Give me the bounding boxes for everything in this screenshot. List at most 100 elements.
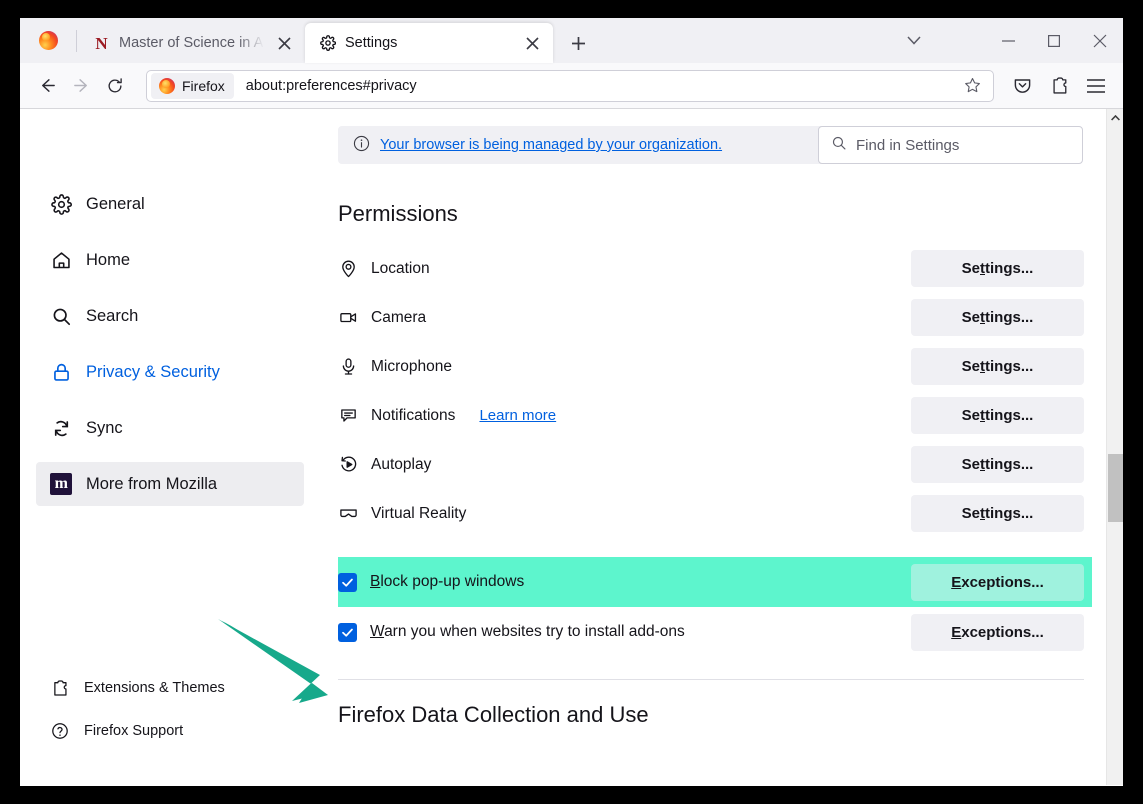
extensions-icon — [50, 677, 70, 699]
camera-settings-button[interactable]: Settings... — [911, 299, 1084, 336]
permission-name: Camera — [371, 309, 426, 327]
data-collection-title: Firefox Data Collection and Use — [338, 702, 1106, 728]
new-tab-button[interactable] — [561, 26, 595, 60]
sidebar-item-label: General — [86, 195, 145, 214]
vertical-scrollbar[interactable] — [1106, 109, 1123, 785]
page-title: Permissions — [338, 201, 1106, 227]
question-circle-icon — [50, 720, 70, 742]
permission-label: Virtual Reality — [338, 504, 466, 524]
extensions-icon[interactable] — [1042, 69, 1076, 103]
warn-addons-checkbox[interactable] — [338, 623, 357, 642]
back-button[interactable] — [30, 69, 64, 103]
address-bar[interactable]: Firefox about:preferences#privacy — [146, 70, 994, 102]
notifications-learn-more-link[interactable]: Learn more — [479, 407, 556, 424]
tab-settings[interactable]: Settings — [305, 23, 553, 63]
scroll-up-button[interactable] — [1107, 109, 1123, 126]
reload-button[interactable] — [98, 69, 132, 103]
home-icon — [50, 249, 72, 271]
sidebar-item-sync[interactable]: Sync — [36, 406, 304, 450]
permission-label: Location — [338, 259, 430, 279]
sidebar-item-more-from-mozilla[interactable]: m More from Mozilla — [36, 462, 304, 506]
forward-button[interactable] — [64, 69, 98, 103]
info-icon — [353, 135, 370, 156]
sidebar-footer: Extensions & Themes Firefox Support — [20, 668, 320, 751]
search-icon — [831, 135, 847, 155]
warn-addons-exceptions-button[interactable]: Exceptions... — [911, 614, 1084, 651]
mozilla-m-icon: m — [50, 473, 72, 495]
url-input[interactable]: about:preferences#privacy — [234, 78, 957, 94]
sidebar-item-label: Search — [86, 307, 138, 326]
navigation-toolbar: Firefox about:preferences#privacy — [20, 63, 1123, 109]
sidebar-item-firefox-support[interactable]: Firefox Support — [36, 711, 304, 751]
permission-label: Camera — [338, 308, 426, 328]
lock-icon — [50, 361, 72, 383]
pocket-icon[interactable] — [1005, 69, 1039, 103]
sidebar-item-general[interactable]: General — [36, 182, 304, 226]
search-placeholder: Find in Settings — [856, 137, 959, 154]
permission-row-autoplay: Autoplay Settings... — [338, 440, 1092, 489]
microphone-icon — [338, 357, 358, 377]
vr-icon — [338, 504, 358, 524]
close-icon[interactable] — [273, 32, 295, 54]
tab-strip: N Master of Science in Applied Be Settin… — [20, 18, 1123, 63]
permission-label: Microphone — [338, 357, 452, 377]
permission-row-location: Location Settings... — [338, 244, 1092, 293]
gear-icon — [319, 35, 336, 52]
hamburger-icon[interactable] — [1079, 69, 1113, 103]
autoplay-settings-button[interactable]: Settings... — [911, 446, 1084, 483]
gear-icon — [50, 193, 72, 215]
close-button[interactable] — [1077, 18, 1123, 63]
checkbox-row-block-popups[interactable]: Block pop-up windows Exceptions... — [338, 557, 1092, 607]
autoplay-icon — [338, 455, 358, 475]
close-icon[interactable] — [521, 32, 543, 54]
sidebar-item-search[interactable]: Search — [36, 294, 304, 338]
virtual-reality-settings-button[interactable]: Settings... — [911, 495, 1084, 532]
sidebar-item-label: More from Mozilla — [86, 475, 217, 494]
maximize-button[interactable] — [1031, 18, 1077, 63]
sidebar-item-extensions-themes[interactable]: Extensions & Themes — [36, 668, 304, 708]
star-icon[interactable] — [957, 72, 987, 100]
tab-title: Master of Science in Applied Be — [119, 35, 264, 51]
scrollbar-thumb[interactable] — [1108, 454, 1123, 522]
tab-northeastern[interactable]: N Master of Science in Applied Be — [79, 23, 305, 63]
permission-name: Notifications — [371, 407, 455, 425]
permission-label: Autoplay — [338, 455, 431, 475]
checkbox-row-warn-addons[interactable]: Warn you when websites try to install ad… — [338, 607, 1092, 657]
permission-row-microphone: Microphone Settings... — [338, 342, 1092, 391]
sidebar-item-privacy-security[interactable]: Privacy & Security — [36, 350, 304, 394]
search-icon — [50, 305, 72, 327]
sidebar-item-label: Extensions & Themes — [84, 680, 225, 696]
block-popups-label: Block pop-up windows — [370, 573, 524, 591]
sidebar-item-label: Sync — [86, 419, 123, 438]
permission-row-camera: Camera Settings... — [338, 293, 1092, 342]
sidebar-item-label: Firefox Support — [84, 723, 183, 739]
location-icon — [338, 259, 358, 279]
firefox-logo-icon — [159, 78, 175, 94]
list-all-tabs-button[interactable] — [891, 18, 937, 63]
permission-name: Autoplay — [371, 456, 431, 474]
firefox-app-logo — [20, 18, 76, 63]
identity-box[interactable]: Firefox — [151, 73, 234, 99]
sync-icon — [50, 417, 72, 439]
permission-name: Location — [371, 260, 430, 278]
location-settings-button[interactable]: Settings... — [911, 250, 1084, 287]
window-controls — [891, 18, 1123, 63]
microphone-settings-button[interactable]: Settings... — [911, 348, 1084, 385]
permission-label: Notifications Learn more — [338, 406, 556, 426]
search-input[interactable]: Find in Settings — [818, 126, 1083, 164]
permission-name: Virtual Reality — [371, 505, 466, 523]
notification-icon — [338, 406, 358, 426]
browser-window: N Master of Science in Applied Be Settin… — [20, 18, 1123, 786]
minimize-button[interactable] — [985, 18, 1031, 63]
identity-label: Firefox — [182, 78, 225, 94]
managed-notification-link[interactable]: Your browser is being managed by your or… — [380, 137, 722, 153]
block-popups-exceptions-button[interactable]: Exceptions... — [911, 564, 1084, 601]
northeastern-n-icon: N — [93, 35, 110, 52]
notifications-settings-button[interactable]: Settings... — [911, 397, 1084, 434]
warn-addons-label: Warn you when websites try to install ad… — [370, 623, 685, 641]
permission-row-notifications: Notifications Learn more Settings... — [338, 391, 1092, 440]
sidebar-item-home[interactable]: Home — [36, 238, 304, 282]
block-popups-checkbox[interactable] — [338, 573, 357, 592]
settings-main-panel: Your browser is being managed by your or… — [320, 109, 1106, 728]
tabstrip-divider — [76, 30, 77, 52]
